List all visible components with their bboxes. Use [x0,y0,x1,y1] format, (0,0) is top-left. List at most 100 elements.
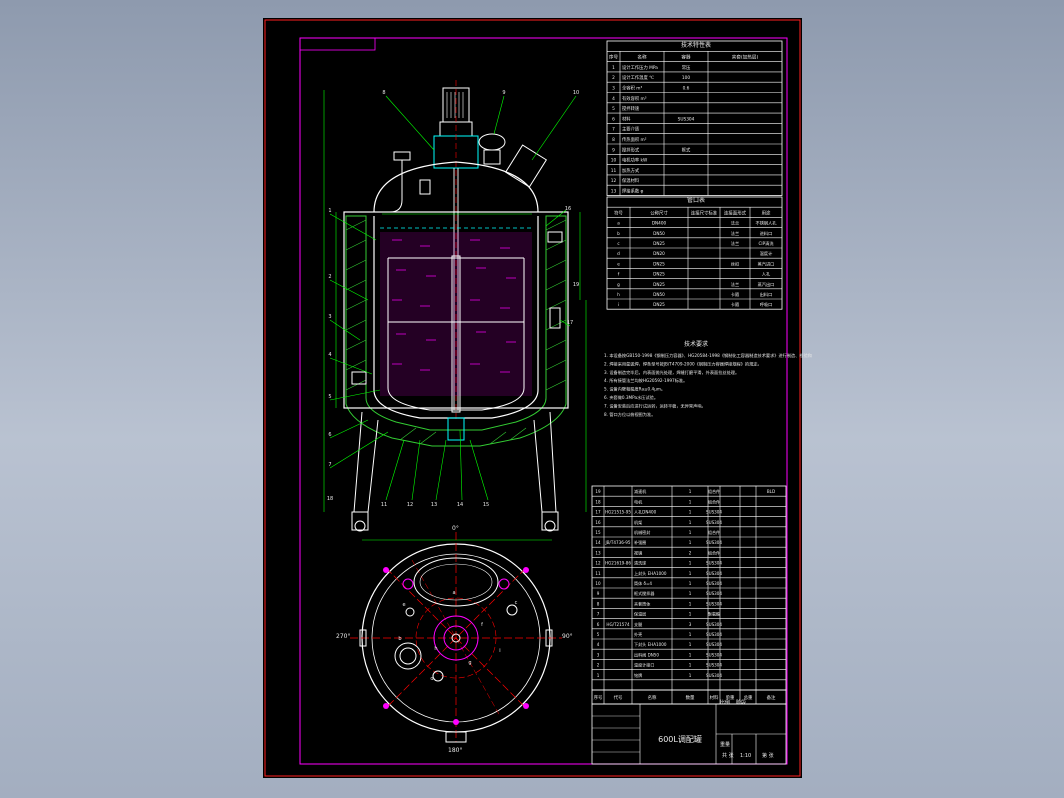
design-table-cell: 传热面积 m² [622,136,647,143]
callout-number: 12 [407,502,413,508]
parts-table-cell: 支腿 [634,621,642,627]
nozzle-table-cell: 蒸汽进口 [758,260,775,267]
nozzle-table-cell: DN25 [653,241,665,246]
parts-table-cell: SUS304 [706,591,722,596]
parts-table-cell: 组合件 [708,498,720,504]
parts-table-cell: 外壳 [634,631,642,637]
parts-table-header: 序号 [594,694,603,701]
parts-table-cell: 2 [689,550,692,555]
parts-table-cell: 人孔DN400 [634,509,657,515]
note-line: 8. 管口方位以俯视图为准。 [604,411,655,418]
parts-table-cell: SUS304 [706,673,722,678]
parts-table-cell: 框式搅拌器 [634,590,654,596]
parts-table-cell: 7 [597,612,600,617]
parts-table-cell: 1 [689,591,692,596]
parts-table-cell: SUS304 [706,581,722,586]
callout-number: 7 [328,462,331,468]
nozzle-table-title: 管口表 [687,196,705,204]
parts-table-cell: 16 [595,520,601,525]
parts-table-cell: 1 [689,510,692,515]
parts-table-header: 材料 [710,694,719,701]
design-table-cell: SUS304 [678,116,695,122]
plan-nozzle-letter: b [398,636,401,642]
parts-table-cell: 清洗球 [634,560,646,566]
parts-table-cell: 组合件 [708,529,720,535]
design-table-cell: 0.6 [683,86,690,92]
design-table-cell: 13 [611,189,617,195]
nozzle-table-header: 公称尺寸 [650,209,668,216]
nozzle-table-cell: 温度计 [760,250,773,257]
callout-number: 5 [328,394,331,400]
callout-number: 14 [457,502,463,508]
parts-table-cell: 4 [597,642,600,647]
nozzle-table-cell: 人孔 [762,271,771,278]
angle-bottom: 180° [448,747,462,754]
design-table-title: 技术特性表 [681,41,711,49]
parts-table-cell: HG21619-86 [605,561,631,566]
parts-table-cell: BLD [767,489,775,494]
parts-table-cell: SUS304 [706,663,722,668]
parts-table-cell: 13 [595,550,601,555]
parts-table-cell: 减速机 [634,488,646,494]
nozzle-table-header: 连接面形式 [724,209,747,216]
plan-nozzle-letter: f [481,622,483,628]
nozzle-table-cell: h [617,292,620,297]
parts-table-cell: 补强圈 [634,539,646,545]
parts-table-cell: 1 [597,673,600,678]
design-table-cell: 设计工作温度 ℃ [622,74,654,81]
nozzle-table-cell: g [617,282,620,287]
nozzle-table-header: 用途 [762,209,771,216]
callout-number: 1 [328,208,331,214]
design-table-cell: 框式 [682,146,691,153]
cad-drawing: 序号 名称 容器 夹套(加热层)1 设计工作压力 MPa 常压2 设计工作温度 ℃ 1003 全… [263,18,812,778]
callout-number: 13 [431,502,437,508]
parts-table-header: 数量 [686,694,695,701]
design-table-cell: 1 [612,65,615,71]
nozzle-table-cell: 法兰 [731,281,739,288]
parts-table-cell: 11 [595,571,601,576]
nozzle-table-cell: 进料口 [760,230,773,237]
nozzle-table-cell: DN20 [653,251,665,256]
callout-number: 15 [483,502,489,508]
angle-right: 90° [562,633,573,640]
parts-table-cell: 铭牌 [634,672,642,678]
parts-table-cell: 下封头 EHA1000 [634,641,667,647]
note-line: 6. 夹套做0.3MPa水压试验。 [604,394,658,401]
nozzle-table-cell: CIP清洗 [758,240,774,247]
parts-table-cell: 14 [595,540,601,545]
design-table-cell: 主要介质 [622,126,640,133]
parts-table-cell: 保温层 [634,611,646,617]
nozzle-table-cell: d [617,251,620,256]
notes-title: 技术要求 [684,340,708,348]
weight-label: 重量 [720,741,730,748]
parts-table-cell: 1 [689,530,692,535]
parts-table-cell: 12 [595,561,601,566]
note-line: 5. 设备内壁粗糙度Ra≤0.4μm。 [604,386,665,393]
parts-table-cell: HG21515-95 [605,510,631,515]
design-table-cell: 11 [611,168,617,174]
design-table-cell: 9 [612,147,615,153]
nozzle-table-cell: DN25 [653,282,665,287]
nozzle-table-cell: i [618,302,619,307]
nozzle-table-header: 符号 [614,209,623,216]
parts-table-cell: 1 [689,561,692,566]
parts-table-cell: 15 [595,530,601,535]
angle-left: 270° [336,633,350,640]
parts-table-cell: 温度计接口 [634,662,654,668]
design-table-cell: 12 [611,178,617,184]
parts-table-cell: SUS304 [706,622,722,627]
parts-table-cell: 组合件 [708,549,720,555]
parts-table-cell: 1 [689,489,692,494]
nozzle-table-cell: DN400 [652,221,667,226]
parts-table-cell: SUS304 [706,510,722,515]
nozzle-table-cell: 法兰 [731,230,739,237]
design-table-cell: 8 [612,137,615,143]
nozzle-table-cell: e [617,261,620,266]
of-label: 共 张 [722,752,734,759]
parts-table-cell: SUS304 [706,571,722,576]
liquid-fill [380,232,532,396]
nozzle-table-header: 连接尺寸标准 [691,209,718,216]
nozzle-table-cell: DN50 [653,231,665,236]
design-table-cell: 保温材料 [622,177,640,184]
callout-number: 17 [567,320,573,326]
